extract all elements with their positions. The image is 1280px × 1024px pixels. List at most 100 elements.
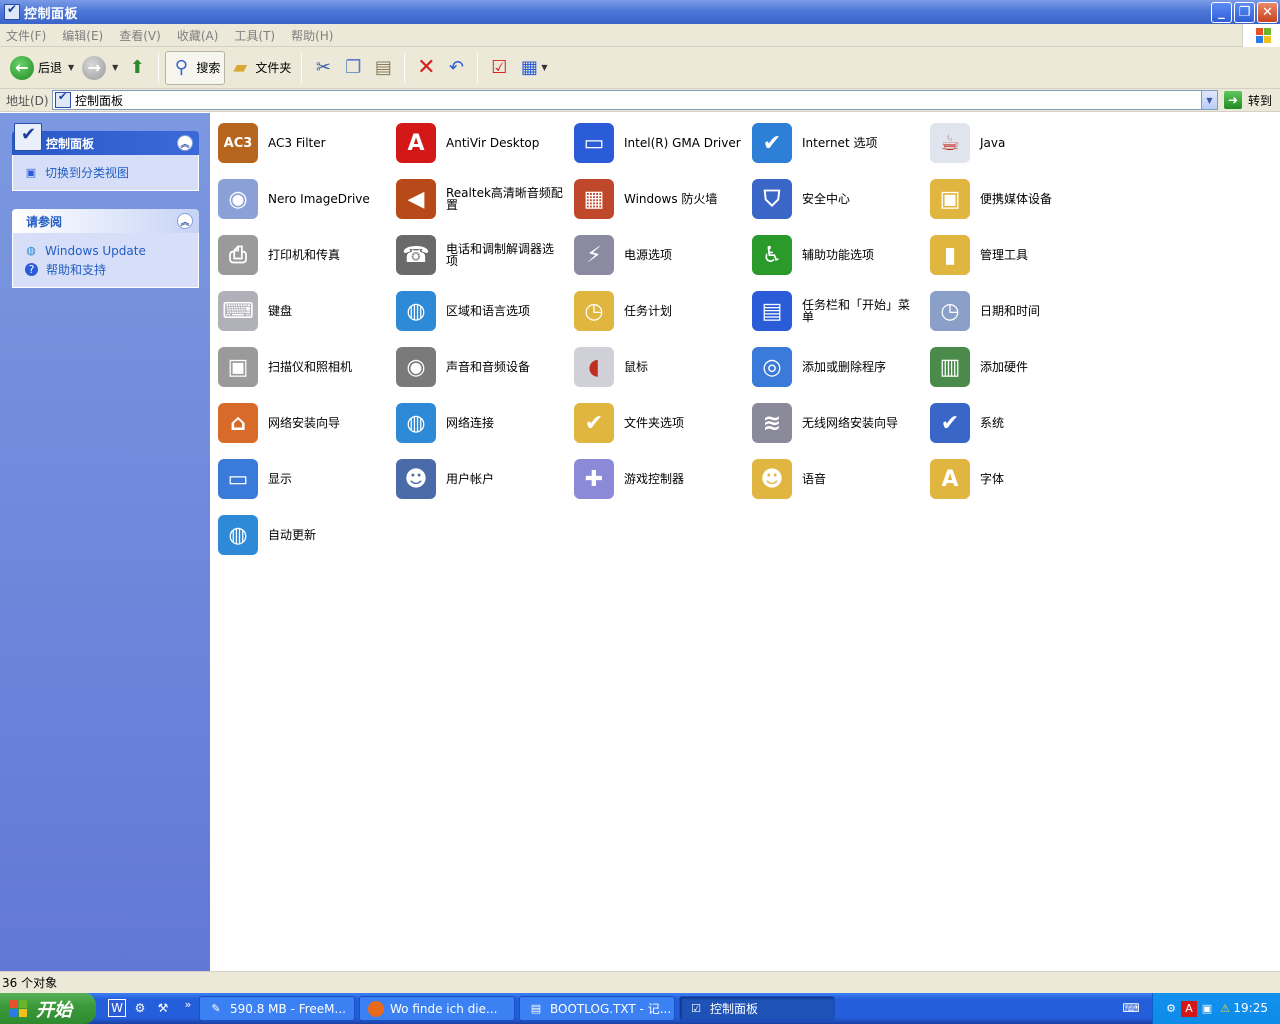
forward-button[interactable]: → ▼: [78, 51, 122, 85]
switch-to-category-view-link[interactable]: ▣ 切换到分类视图: [23, 163, 188, 182]
control-panel-item[interactable]: ◷ 任务计划: [570, 285, 748, 337]
item-label: 游戏控制器: [624, 472, 685, 486]
control-panel-item[interactable]: ▮ 管理工具: [926, 229, 1104, 281]
scissors-icon: ✂: [315, 57, 331, 78]
back-arrow-icon: ←: [10, 55, 34, 80]
control-panel-item[interactable]: ⌂ 网络安装向导: [214, 397, 392, 449]
firefox-icon: [368, 1000, 384, 1017]
control-panel-item[interactable]: ⛉ 安全中心: [748, 173, 926, 225]
control-panel-item[interactable]: ⚡ 电源选项: [570, 229, 748, 281]
chevron-down-icon[interactable]: ▼: [1201, 91, 1217, 109]
control-panel-item[interactable]: A 字体: [926, 453, 1104, 505]
control-panel-item[interactable]: ▭ 显示: [214, 453, 392, 505]
network-status-tray-icon[interactable]: ▣: [1199, 1001, 1215, 1017]
toolbar-separator: [477, 52, 479, 83]
control-panel-item[interactable]: ☎ 电话和调制解调器选项: [392, 229, 570, 281]
taskbar-button-control-panel[interactable]: ☑ 控制面板: [679, 996, 835, 1021]
antivir-tray-icon[interactable]: A: [1181, 1000, 1197, 1017]
control-panel-item[interactable]: ◀ Realtek高清晰音频配置: [392, 173, 570, 225]
address-input[interactable]: 控制面板 ▼: [52, 90, 1218, 110]
control-panel-item[interactable]: ☻ 用户帐户: [392, 453, 570, 505]
item-label: Internet 选项: [802, 136, 878, 150]
collapse-icon[interactable]: ︽: [177, 135, 193, 151]
close-button[interactable]: ✕: [1257, 2, 1278, 23]
menu-favorites[interactable]: 收藏(A): [177, 27, 219, 44]
taskbar-button-firefox[interactable]: Wo finde ich die...: [359, 996, 515, 1021]
control-panel-item[interactable]: ◍ 区域和语言选项: [392, 285, 570, 337]
up-button[interactable]: ⬆: [122, 51, 152, 85]
properties-button[interactable]: ☑: [484, 51, 514, 85]
toolbar-separator: [301, 52, 303, 83]
tools-icon[interactable]: ⚒: [154, 999, 172, 1017]
chevron-down-icon[interactable]: ▼: [68, 63, 74, 72]
undo-button[interactable]: ↶: [441, 51, 471, 85]
control-panel-item[interactable]: ▣ 便携媒体设备: [926, 173, 1104, 225]
control-panel-item[interactable]: AC3 AC3 Filter: [214, 117, 392, 169]
link-label: Windows Update: [45, 243, 146, 258]
keyboard-tray-icon[interactable]: ⌨: [1122, 999, 1140, 1017]
control-panel-item[interactable]: ☕ Java: [926, 117, 1104, 169]
quicklaunch-more-icon[interactable]: »: [179, 995, 197, 1013]
panel-header[interactable]: 请参阅 ︽: [12, 209, 199, 233]
network-icon[interactable]: ⚙: [131, 999, 149, 1017]
control-panel-item[interactable]: ♿ 辅助功能选项: [748, 229, 926, 281]
control-panel-item[interactable]: ◎ 添加或删除程序: [748, 341, 926, 393]
control-panel-item[interactable]: ▣ 扫描仪和照相机: [214, 341, 392, 393]
control-panel-item[interactable]: ◉ 声音和音频设备: [392, 341, 570, 393]
windows-flag-icon: [10, 999, 28, 1018]
game-controllers-icon: ✚: [570, 455, 618, 503]
warning-tray-icon[interactable]: ⚠: [1217, 1001, 1233, 1017]
taskbar-button-notepad[interactable]: ▤ BOOTLOG.TXT - 记...: [519, 996, 675, 1021]
control-panel-item[interactable]: ✔ 系统: [926, 397, 1104, 449]
folders-button[interactable]: ▰ 文件夹: [225, 51, 295, 85]
control-panel-item[interactable]: ▤ 任务栏和「开始」菜单: [748, 285, 926, 337]
control-panel-item[interactable]: ≋ 无线网络安装向导: [748, 397, 926, 449]
copy-button[interactable]: ❐: [338, 51, 368, 85]
maximize-button[interactable]: ❐: [1234, 2, 1255, 23]
go-button[interactable]: ➜ 转到: [1224, 91, 1272, 109]
search-button[interactable]: ⚲ 搜索: [165, 50, 226, 85]
windows-update-link[interactable]: ◍ Windows Update: [23, 241, 188, 260]
menu-view[interactable]: 查看(V): [119, 27, 161, 44]
taskbar-button-freemind[interactable]: ✎ 590.8 MB - FreeM...: [199, 996, 355, 1021]
window-title: 控制面板: [24, 6, 79, 22]
delete-button[interactable]: ✕: [411, 51, 441, 85]
collapse-icon[interactable]: ︽: [177, 213, 193, 229]
control-panel-item[interactable]: ◉ Nero ImageDrive: [214, 173, 392, 225]
control-panel-item[interactable]: ◷ 日期和时间: [926, 285, 1104, 337]
menu-file[interactable]: 文件(F): [6, 27, 46, 44]
item-label: 声音和音频设备: [446, 360, 531, 374]
network-tray-icon[interactable]: ⚙: [1163, 1001, 1179, 1017]
control-panel-item[interactable]: ☻ 语音: [748, 453, 926, 505]
control-panel-item[interactable]: ✔ Internet 选项: [748, 117, 926, 169]
control-panel-item[interactable]: ◍ 自动更新: [214, 509, 392, 561]
control-panel-item[interactable]: ▥ 添加硬件: [926, 341, 1104, 393]
menu-help[interactable]: 帮助(H): [291, 27, 333, 44]
control-panel-items: AC3 AC3 Filter A AntiVir Desktop ▭ Intel(R) G…: [210, 113, 1280, 971]
menu-edit[interactable]: 编辑(E): [62, 27, 103, 44]
chevron-down-icon[interactable]: ▼: [112, 63, 118, 72]
control-panel-item[interactable]: ▦ Windows 防火墙: [570, 173, 748, 225]
control-panel-item[interactable]: ⌨ 键盘: [214, 285, 392, 337]
back-button[interactable]: ← 后退 ▼: [6, 51, 78, 85]
address-value: 控制面板: [75, 93, 124, 108]
control-panel-item[interactable]: ✚ 游戏控制器: [570, 453, 748, 505]
word-icon[interactable]: W: [108, 999, 126, 1017]
control-panel-item[interactable]: ▭ Intel(R) GMA Driver: [570, 117, 748, 169]
control-panel-item[interactable]: ⎙ 打印机和传真: [214, 229, 392, 281]
control-panel-item[interactable]: ◖ 鼠标: [570, 341, 748, 393]
search-label: 搜索: [196, 61, 221, 75]
panel-header[interactable]: 控制面板 ︽: [12, 123, 199, 155]
minimize-button[interactable]: _: [1211, 2, 1232, 23]
help-support-link[interactable]: ? 帮助和支持: [23, 260, 188, 279]
control-panel-item[interactable]: ✔ 文件夹选项: [570, 397, 748, 449]
views-button[interactable]: ▦ ▼: [514, 51, 551, 85]
control-panel-item[interactable]: A AntiVir Desktop: [392, 117, 570, 169]
start-button[interactable]: 开始: [0, 993, 96, 1024]
item-label: 任务计划: [624, 304, 673, 318]
menu-tools[interactable]: 工具(T): [234, 27, 275, 44]
cut-button[interactable]: ✂: [308, 51, 338, 85]
chevron-down-icon[interactable]: ▼: [541, 63, 547, 72]
paste-button[interactable]: ▤: [368, 51, 398, 85]
control-panel-item[interactable]: ◍ 网络连接: [392, 397, 570, 449]
